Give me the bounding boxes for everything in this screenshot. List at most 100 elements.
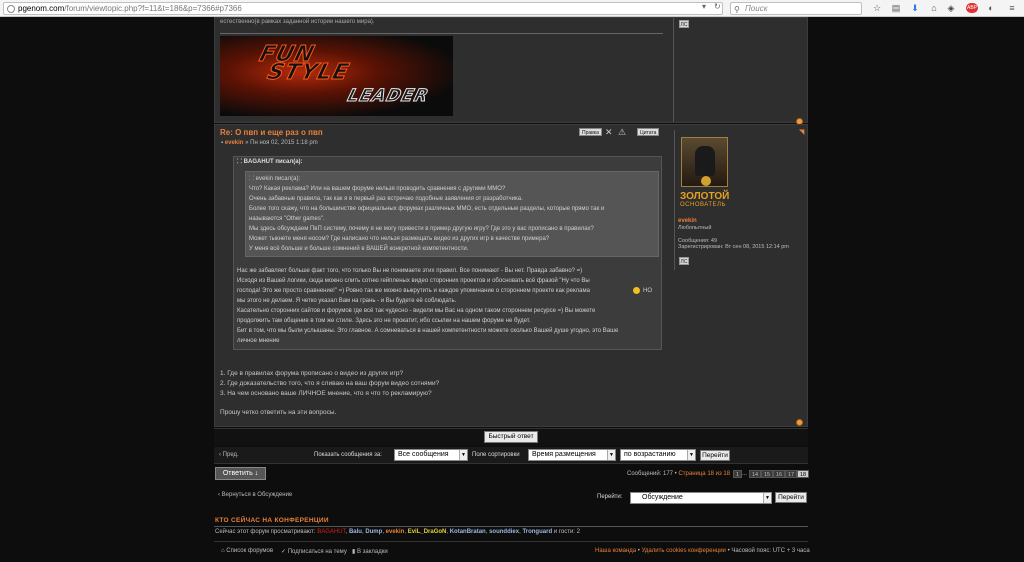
show-posts-label: Показать сообщения за: bbox=[314, 452, 382, 458]
post-title[interactable]: Re: О пвп и еще раз о пвп bbox=[220, 128, 323, 137]
inner-quote-head: ⸬ evekin писал(а): bbox=[249, 176, 301, 182]
inner-quote-line: Мы здесь обсуждаем ПвП систему, почему я… bbox=[249, 226, 594, 232]
show-posts-select[interactable]: Все сообщения ▼ bbox=[394, 449, 468, 461]
outer-quote-line: Бит в том, что мы были услышаны. Это гла… bbox=[237, 328, 619, 334]
footer-right: Наша команда • Удалить cookies конференц… bbox=[595, 548, 810, 554]
signature-divider bbox=[220, 33, 663, 34]
quote-icon: ⸬ bbox=[237, 159, 244, 165]
share-icon[interactable]: ◐ bbox=[986, 3, 996, 13]
post-closing: Прошу четко ответить на эти вопросы. bbox=[220, 409, 337, 416]
chevron-down-icon: ▼ bbox=[763, 493, 771, 503]
url-bar[interactable]: pgenom.com/forum/viewtopic.php?f=11&t=18… bbox=[3, 2, 723, 15]
download-icon[interactable]: ⬇ bbox=[910, 3, 920, 13]
jump-label: Перейти: bbox=[597, 494, 623, 500]
avatar-figure bbox=[695, 146, 715, 176]
search-input[interactable]: ⚲ Поиск bbox=[730, 2, 862, 15]
sort-order-select[interactable]: по возрастанию ▼ bbox=[620, 449, 696, 461]
reload-icon[interactable]: ↻ bbox=[714, 1, 721, 12]
sort-label: Поле сортировки bbox=[472, 452, 520, 458]
profile-name[interactable]: evekin bbox=[678, 218, 697, 224]
quick-reply-button[interactable]: Быстрый ответ bbox=[484, 431, 538, 443]
search-icon: ⚲ bbox=[734, 5, 740, 14]
report-icon[interactable]: ⚠ bbox=[618, 127, 626, 137]
timezone-text: Часовой пояс: UTC + 3 часа bbox=[731, 548, 810, 554]
page-link[interactable]: 17 bbox=[785, 470, 798, 478]
profile-divider bbox=[673, 18, 674, 122]
user-link[interactable]: sounddiex bbox=[489, 529, 519, 535]
user-link[interactable]: Balu bbox=[349, 529, 362, 535]
page-link[interactable]: 15 bbox=[761, 470, 774, 478]
page-link[interactable]: 16 bbox=[773, 470, 786, 478]
smiley-icon bbox=[633, 287, 640, 294]
who-online-text: Сейчас этот форум просматривают: BAGAHUT… bbox=[215, 529, 580, 535]
post-link-icon[interactable]: ◥ bbox=[799, 128, 804, 136]
pm-button[interactable]: ЛС bbox=[679, 257, 689, 265]
rank-subtitle: ОСНОВАТЕЛЬ bbox=[680, 202, 726, 208]
dropdown-arrow-icon[interactable]: ▾ bbox=[702, 1, 706, 12]
bookmark-link[interactable]: ▮ В закладки bbox=[352, 548, 388, 555]
sort-go-button[interactable]: Перейти bbox=[700, 450, 730, 461]
outer-quote-line: Касательно сторонних сайтов и форумов гд… bbox=[237, 308, 596, 314]
back-to-top-icon[interactable] bbox=[796, 419, 803, 426]
star-icon[interactable]: ☆ bbox=[872, 3, 882, 13]
profile-title: Любопытный bbox=[678, 225, 712, 231]
pagination-info: Сообщений: 177 • Страница 18 из 18 bbox=[627, 471, 731, 477]
footer-divider bbox=[214, 541, 808, 542]
jump-select[interactable]: Обсуждение ▼ bbox=[630, 492, 772, 504]
page-link[interactable]: 14 bbox=[749, 470, 762, 478]
profile-registered: Зарегистрирован: Вт сен 08, 2015 12:14 p… bbox=[678, 244, 789, 250]
subscribe-link[interactable]: ✓ Подписаться на тему bbox=[281, 548, 347, 555]
page-current: 18 bbox=[797, 470, 810, 478]
page-ellipsis: ... bbox=[742, 471, 748, 477]
page-link[interactable]: 1 bbox=[733, 470, 743, 478]
inner-quote-line: Может тыкнете меня носом? Где написано ч… bbox=[249, 236, 550, 242]
outer-quote-line: Нас же забавляет больше факт того, что т… bbox=[237, 268, 583, 274]
delete-cookies-link[interactable]: Удалить cookies конференции bbox=[642, 548, 726, 554]
user-link[interactable]: Dump bbox=[365, 529, 382, 535]
outer-quote-line: продолжить там общение в том же стиле. З… bbox=[237, 318, 531, 324]
adblock-icon[interactable]: ABP bbox=[966, 3, 978, 13]
forum-list-link[interactable]: ⌂ Список форумов bbox=[221, 548, 273, 554]
pocket-icon[interactable]: ◈ bbox=[946, 3, 956, 13]
team-link[interactable]: Наша команда bbox=[595, 548, 636, 554]
avatar[interactable] bbox=[681, 137, 728, 187]
sort-field-select[interactable]: Время размещения ▼ bbox=[528, 449, 616, 461]
post-body-line: 2. Где доказательство того, что я сливаю… bbox=[220, 380, 440, 387]
search-placeholder: Поиск bbox=[745, 4, 768, 13]
menu-icon[interactable]: ≡ bbox=[1007, 3, 1017, 13]
reply-button[interactable]: Ответить ↓ bbox=[215, 467, 266, 480]
logo-text-3: LEADER bbox=[345, 86, 432, 107]
inner-quote-line: Более того скажу, что на большинстве офи… bbox=[249, 206, 605, 212]
post-meta: ▪ evekin » Пн ноя 02, 2015 1:18 pm bbox=[221, 140, 318, 146]
outer-quote-line: НО bbox=[643, 288, 652, 294]
quote-icon: ⸬ bbox=[249, 176, 256, 182]
post-date: Пн ноя 02, 2015 1:18 pm bbox=[250, 140, 318, 146]
prev-post-text: естественно(в рамках заданной истории на… bbox=[220, 19, 375, 25]
url-path: /forum/viewtopic.php?f=11&t=186&p=7366#p… bbox=[64, 4, 242, 13]
browser-toolbar: pgenom.com/forum/viewtopic.php?f=11&t=18… bbox=[0, 0, 1024, 17]
profile-divider bbox=[674, 130, 675, 270]
library-icon[interactable]: ▤ bbox=[891, 3, 901, 13]
prev-page-link[interactable]: ‹ Пред. bbox=[219, 452, 239, 458]
who-online-divider bbox=[214, 526, 808, 527]
url-domain: pgenom.com bbox=[18, 4, 65, 13]
chevron-down-icon: ▼ bbox=[687, 450, 695, 460]
user-link[interactable]: Tronguard bbox=[522, 529, 552, 535]
user-link[interactable]: BAGAHUT bbox=[317, 529, 345, 535]
outer-quote-line: Исходя из Вашей логики, сюда можно слить… bbox=[237, 278, 590, 284]
jump-go-button[interactable]: Перейти bbox=[775, 492, 807, 503]
user-link[interactable]: EviL_DraGoN bbox=[408, 529, 447, 535]
user-link[interactable]: evekin bbox=[386, 529, 405, 535]
inner-quote-line: У меня всё больше и больше сомнений в ВА… bbox=[249, 246, 469, 252]
quote-button[interactable]: Цитата bbox=[637, 128, 660, 136]
home-icon[interactable]: ⌂ bbox=[929, 3, 939, 13]
inner-quote-line: Очень забавные правила, так как я в перв… bbox=[249, 196, 523, 202]
logo-text-2: STYLE bbox=[264, 60, 353, 86]
delete-icon[interactable]: ✕ bbox=[605, 127, 613, 137]
post-author[interactable]: evekin bbox=[225, 140, 244, 146]
user-link[interactable]: KotanBratan bbox=[450, 529, 486, 535]
outer-quote-line: личное мнение bbox=[237, 338, 280, 344]
pm-button[interactable]: ЛС bbox=[679, 20, 689, 28]
return-link[interactable]: ‹ Вернуться в Обсуждение bbox=[218, 492, 292, 498]
edit-button[interactable]: Правка bbox=[579, 128, 602, 136]
